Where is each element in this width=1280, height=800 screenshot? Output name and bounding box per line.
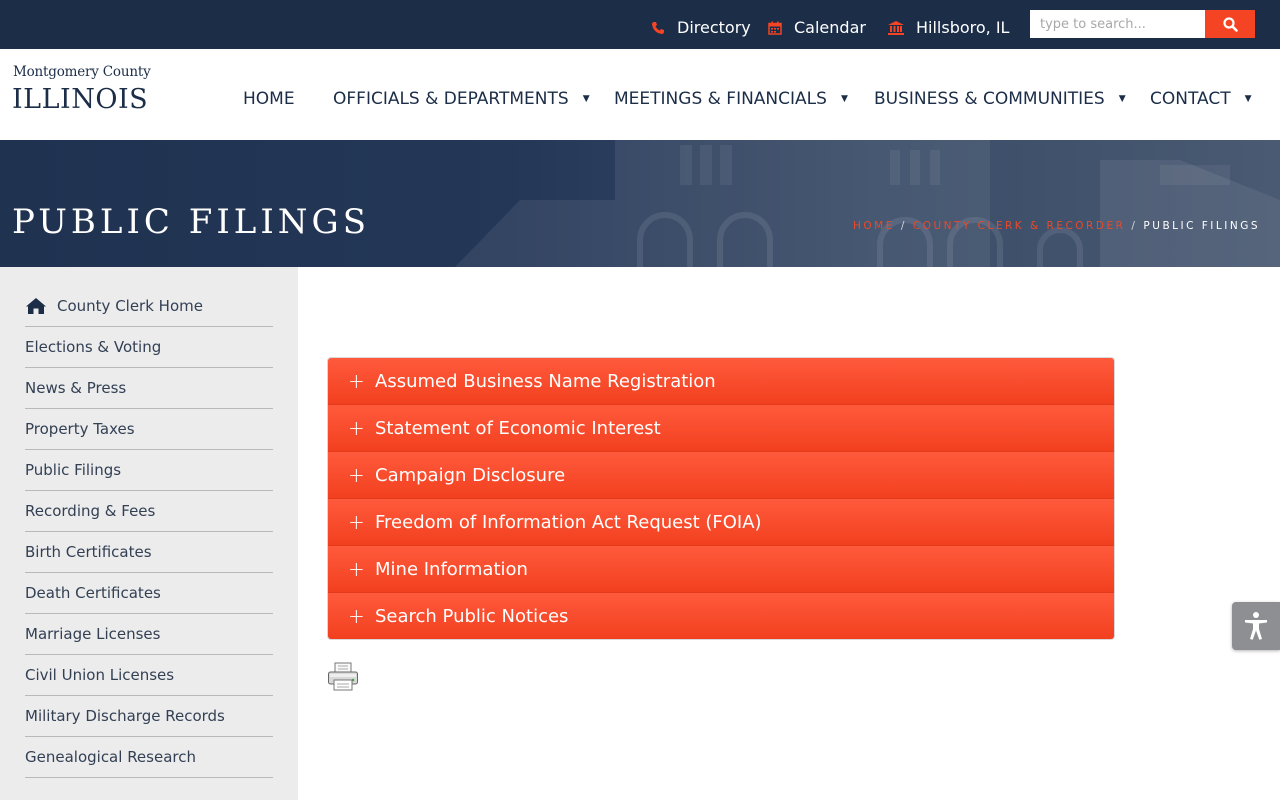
sidebar-item-genealogical-research[interactable]: Genealogical Research xyxy=(25,737,273,778)
location-label: Hillsboro, IL xyxy=(916,17,1010,37)
printer-icon xyxy=(328,662,358,691)
nav-meetings-label: MEETINGS & FINANCIALS xyxy=(614,89,827,109)
breadcrumb: HOME / COUNTY CLERK & RECORDER / PUBLIC … xyxy=(853,220,1260,232)
caret-down-icon: ▼ xyxy=(1118,94,1126,104)
sidebar-nav: County Clerk Home Elections & Voting New… xyxy=(0,267,298,800)
directory-label: Directory xyxy=(677,17,751,37)
sidebar-item-elections-voting[interactable]: Elections & Voting xyxy=(25,327,273,368)
sidebar-item-public-filings[interactable]: Public Filings xyxy=(25,450,273,491)
directory-link[interactable]: Directory xyxy=(651,16,751,38)
sidebar-item-label: Elections & Voting xyxy=(25,338,162,356)
sidebar-item-marriage-licenses[interactable]: Marriage Licenses xyxy=(25,614,273,655)
search-icon xyxy=(1222,16,1238,32)
sidebar-item-label: Genealogical Research xyxy=(25,748,196,766)
nav-contact[interactable]: CONTACT ▼ xyxy=(1150,87,1252,111)
sidebar-item-death-certificates[interactable]: Death Certificates xyxy=(25,573,273,614)
sidebar-item-recording-fees[interactable]: Recording & Fees xyxy=(25,491,273,532)
accordion-header-label: Search Public Notices xyxy=(375,605,569,627)
plus-icon: + xyxy=(348,510,365,534)
plus-icon: + xyxy=(348,463,365,487)
accordion-header-label: Statement of Economic Interest xyxy=(375,417,661,439)
location-link[interactable]: Hillsboro, IL xyxy=(888,16,1009,38)
sidebar-item-label: Death Certificates xyxy=(25,584,161,602)
search-button[interactable] xyxy=(1205,10,1255,38)
plus-icon: + xyxy=(348,557,365,581)
calendar-link[interactable]: Calendar xyxy=(768,16,866,38)
breadcrumb-home-link[interactable]: HOME xyxy=(853,220,895,232)
main-header: Montgomery County ILLINOIS HOME OFFICIAL… xyxy=(0,49,1280,140)
accordion-header-assumed-business-name[interactable]: + Assumed Business Name Registration xyxy=(328,358,1114,405)
sidebar-item-label: County Clerk Home xyxy=(57,297,203,315)
logo-line1: Montgomery County xyxy=(13,64,151,80)
plus-icon: + xyxy=(348,369,365,393)
accordion-header-economic-interest[interactable]: + Statement of Economic Interest xyxy=(328,405,1114,452)
phone-icon xyxy=(651,20,665,34)
nav-officials-departments[interactable]: OFFICIALS & DEPARTMENTS ▼ xyxy=(333,87,590,111)
caret-down-icon: ▼ xyxy=(582,94,590,104)
sidebar-item-county-clerk-home[interactable]: County Clerk Home xyxy=(25,286,273,327)
plus-icon: + xyxy=(348,604,365,628)
accordion-header-label: Campaign Disclosure xyxy=(375,464,566,486)
sidebar-item-label: Military Discharge Records xyxy=(25,707,225,725)
nav-business-label: BUSINESS & COMMUNITIES xyxy=(874,89,1105,109)
caret-down-icon: ▼ xyxy=(1244,94,1252,104)
home-icon xyxy=(26,298,46,314)
plus-icon: + xyxy=(348,416,365,440)
page-hero-banner: PUBLIC FILINGS HOME / COUNTY CLERK & REC… xyxy=(0,140,1280,267)
accordion-header-search-public-notices[interactable]: + Search Public Notices xyxy=(328,593,1114,639)
breadcrumb-separator: / xyxy=(1131,220,1138,232)
print-button[interactable] xyxy=(327,662,359,692)
bank-icon xyxy=(888,20,904,35)
sidebar-item-label: Civil Union Licenses xyxy=(25,666,175,684)
top-utility-bar: Directory Calendar Hillsboro, IL xyxy=(0,0,1280,49)
sidebar-item-label: Public Filings xyxy=(25,461,122,479)
breadcrumb-clerk-link[interactable]: COUNTY CLERK & RECORDER xyxy=(913,220,1126,232)
accessibility-button[interactable] xyxy=(1232,602,1280,650)
breadcrumb-current: PUBLIC FILINGS xyxy=(1143,220,1260,232)
nav-home-label: HOME xyxy=(243,89,295,109)
nav-meetings-financials[interactable]: MEETINGS & FINANCIALS ▼ xyxy=(614,87,848,111)
sidebar-item-property-taxes[interactable]: Property Taxes xyxy=(25,409,273,450)
nav-home[interactable]: HOME xyxy=(243,87,295,111)
accordion-header-label: Assumed Business Name Registration xyxy=(375,370,716,392)
accordion-header-campaign-disclosure[interactable]: + Campaign Disclosure xyxy=(328,452,1114,499)
sidebar-item-military-discharge-records[interactable]: Military Discharge Records xyxy=(25,696,273,737)
sidebar-item-label: Property Taxes xyxy=(25,420,135,438)
nav-officials-label: OFFICIALS & DEPARTMENTS xyxy=(333,89,569,109)
public-filings-accordion: + Assumed Business Name Registration + S… xyxy=(327,357,1115,640)
sidebar-item-news-press[interactable]: News & Press xyxy=(25,368,273,409)
calendar-label: Calendar xyxy=(794,17,866,37)
accordion-header-mine-information[interactable]: + Mine Information xyxy=(328,546,1114,593)
nav-business-communities[interactable]: BUSINESS & COMMUNITIES ▼ xyxy=(874,87,1126,111)
nav-contact-label: CONTACT xyxy=(1150,89,1231,109)
search-input[interactable] xyxy=(1030,10,1205,38)
sidebar-item-label: Marriage Licenses xyxy=(25,625,161,643)
accordion-header-label: Mine Information xyxy=(375,558,528,580)
sidebar-item-birth-certificates[interactable]: Birth Certificates xyxy=(25,532,273,573)
breadcrumb-separator: / xyxy=(900,220,907,232)
sidebar-item-label: News & Press xyxy=(25,379,127,397)
sidebar-item-label: Recording & Fees xyxy=(25,502,156,520)
county-logo[interactable]: Montgomery County ILLINOIS xyxy=(12,64,163,124)
calendar-icon xyxy=(768,20,782,35)
caret-down-icon: ▼ xyxy=(840,94,848,104)
accordion-header-foia[interactable]: + Freedom of Information Act Request (FO… xyxy=(328,499,1114,546)
sidebar-item-civil-union-licenses[interactable]: Civil Union Licenses xyxy=(25,655,273,696)
accordion-header-label: Freedom of Information Act Request (FOIA… xyxy=(375,511,762,533)
page-title: PUBLIC FILINGS xyxy=(12,202,370,242)
accessibility-icon xyxy=(1245,612,1267,640)
logo-line2: ILLINOIS xyxy=(12,84,149,115)
sidebar-item-label: Birth Certificates xyxy=(25,543,152,561)
